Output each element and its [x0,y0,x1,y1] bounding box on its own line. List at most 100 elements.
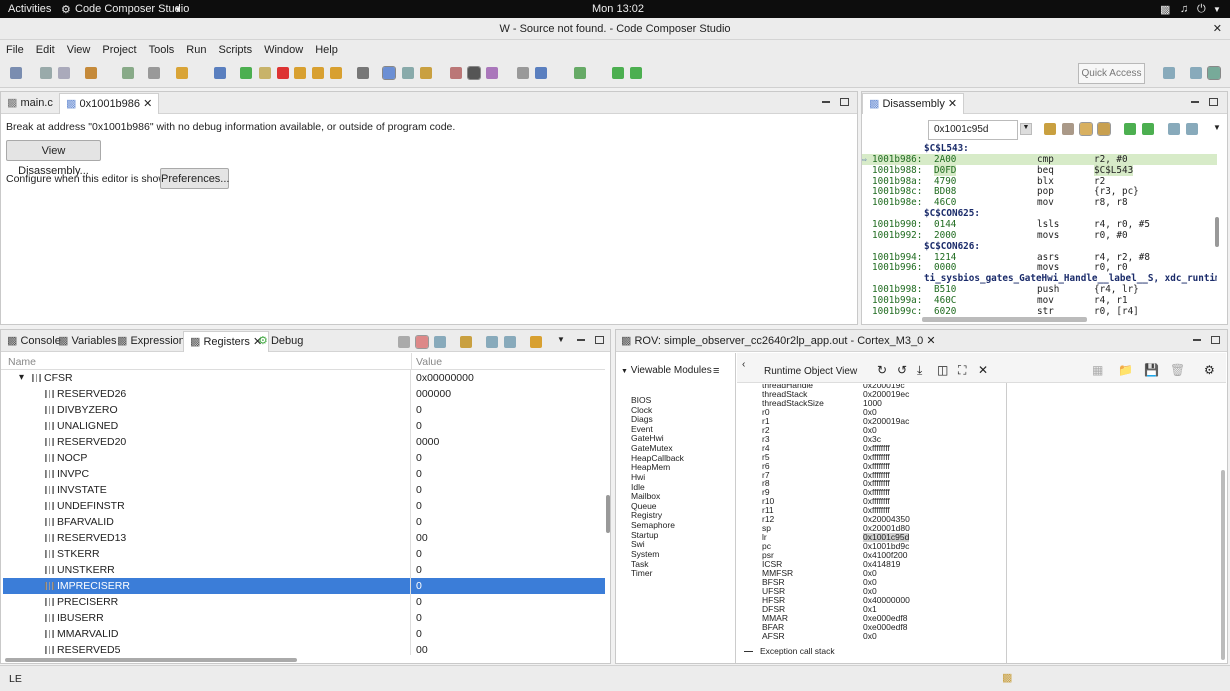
save-icon[interactable] [40,67,52,79]
disassembly-line[interactable]: 1001b992: 2000 movs r0, #0 [862,230,1217,241]
pin-icon[interactable] [504,336,516,348]
register-value[interactable]: 0 [416,418,422,434]
save-all-icon[interactable] [58,67,70,79]
gear-icon[interactable]: ⚙ [1204,363,1215,377]
breakpoint-icon[interactable] [402,67,414,79]
delete-icon[interactable]: 🗑 [1170,363,1185,377]
symbols-icon[interactable] [1097,122,1111,136]
download-icon[interactable]: ⤓ [917,363,922,378]
home-icon[interactable] [1062,123,1074,135]
disassembly-line[interactable]: 1001b98e: 46C0 mov r8, r8 [862,197,1217,208]
table-row[interactable]: RESERVED20 0000 [3,434,605,450]
new-view-icon[interactable] [1168,123,1180,135]
open-perspective-icon[interactable] [1163,67,1175,79]
tab-main-c[interactable]: ▩ main.c [7,96,53,109]
disassembly-label[interactable]: $C$CON625: [924,208,980,219]
disassembly-v-scrollbar[interactable] [1215,217,1219,247]
go-forward-icon[interactable] [630,67,642,79]
table-row[interactable]: RESERVED26 000000 [3,386,605,402]
preferences-button[interactable]: Preferences... [160,168,229,189]
disassembly-line[interactable]: 1001b98a: 4790 blx r2 [862,176,1217,187]
disassembly-label[interactable]: ti_sysbios_gates_GateHwi_Handle__label__… [924,273,1217,284]
connect-icon[interactable] [450,67,462,79]
view-disassembly-button[interactable]: View Disassembly... [6,140,101,177]
dashboard-icon[interactable]: ▦ [1092,363,1103,377]
register-value[interactable]: 0 [416,610,422,626]
search-icon[interactable] [122,67,134,79]
menu-help[interactable]: Help [309,40,344,60]
layout-icon[interactable] [434,336,446,348]
memory-icon[interactable] [382,66,396,80]
export-icon[interactable] [1186,123,1198,135]
tab-expressions[interactable]: ▩ Expressions [117,334,190,347]
disassembly-label[interactable]: $C$CON626: [924,241,980,252]
terminate-icon[interactable] [277,67,289,79]
load-icon[interactable] [517,67,529,79]
table-row[interactable]: NOCP 0 [3,450,605,466]
menu-scripts[interactable]: Scripts [212,40,258,60]
disassembly-line[interactable]: 1001b99c: 6020 str r0, [r4] [862,306,1217,316]
table-row[interactable]: PRECISERR 0 [3,594,605,610]
menu-tools[interactable]: Tools [143,40,181,60]
tab-disassembly[interactable]: ▩ Disassembly ✕ [862,93,965,114]
tab-address[interactable]: ▩ 0x1001b986 ✕ [59,93,160,114]
registers-v-scrollbar[interactable] [606,495,610,533]
table-row[interactable]: UNSTKERR 0 [3,562,605,578]
table-row[interactable]: INVPC 0 [3,466,605,482]
close-tab-icon[interactable]: ✕ [143,98,152,110]
menu-view[interactable]: View [61,40,97,60]
disassembly-h-scrollbar[interactable] [922,317,1087,322]
power-icon[interactable]: ⏻ [1197,3,1206,16]
maximize-icon[interactable] [1211,336,1220,344]
close-tab-icon[interactable]: ✕ [948,98,957,110]
refresh-icon[interactable]: ↻ [877,363,887,377]
refresh-icon[interactable] [1142,123,1154,135]
target-icon[interactable] [214,67,226,79]
new-view-icon[interactable] [486,336,498,348]
back-icon[interactable]: ‹ [742,359,745,370]
collapse-all-icon[interactable] [398,336,410,348]
toggle-icon[interactable] [415,335,429,349]
app-menu-icon[interactable]: ⚙ [61,3,71,16]
minimize-icon[interactable] [822,101,830,103]
close-icon[interactable]: ✕ [978,363,988,377]
table-row[interactable]: IMPRECISERR 0 [3,578,605,594]
clock[interactable]: Mon 13:02 [592,3,644,15]
tab-variables[interactable]: ▩ Variables [58,334,117,347]
disassembly-line[interactable]: 1001b990: 0144 lsls r4, r0, #5 [862,219,1217,230]
menu-window[interactable]: Window [258,40,309,60]
address-dropdown-icon[interactable]: ▼ [1020,123,1032,135]
minimize-icon[interactable] [577,339,585,341]
table-row[interactable]: STKERR 0 [3,546,605,562]
watch-icon[interactable] [420,67,432,79]
menu-run[interactable]: Run [180,40,212,60]
menu-edit[interactable]: Edit [30,40,61,60]
debug-icon[interactable] [176,67,188,79]
build-icon[interactable] [85,67,97,79]
register-value[interactable]: 0x00000000 [416,370,474,386]
disassembly-line[interactable]: 1001b98c: BD08 pop {r3, pc} [862,186,1217,197]
auto-refresh-icon[interactable]: ↺ [897,363,907,377]
refresh-registers-icon[interactable] [460,336,472,348]
menu-project[interactable]: Project [96,40,142,60]
maximize-icon[interactable] [595,336,604,344]
network-icon[interactable]: ▩ [1160,3,1170,16]
register-value[interactable]: 0 [416,578,422,594]
step-into-icon[interactable] [294,67,306,79]
step-over-icon[interactable] [312,67,324,79]
rov-table-row[interactable]: AFSR 0x0 [737,631,1003,641]
register-value[interactable]: 00 [416,530,428,546]
table-row[interactable]: RESERVED5 00 [3,642,605,655]
volume-icon[interactable]: ♫ [1180,3,1188,15]
filter-icon[interactable]: ≡ [713,365,719,377]
table-row[interactable]: RESERVED13 00 [3,530,605,546]
column-name[interactable]: Name [8,356,36,368]
table-row[interactable]: INVSTATE 0 [3,482,605,498]
reset-icon[interactable] [486,67,498,79]
exception-call-stack-row[interactable]: Exception call stack [744,646,835,656]
module-list-item[interactable]: Timer [631,569,652,579]
disassembly-line[interactable]: 1001b99a: 460C mov r4, r1 [862,295,1217,306]
tab-debug[interactable]: ⚙ Debug [258,334,303,347]
minimize-icon[interactable] [1193,339,1201,341]
system-menu-chevron-icon[interactable]: ▼ [1213,5,1221,14]
